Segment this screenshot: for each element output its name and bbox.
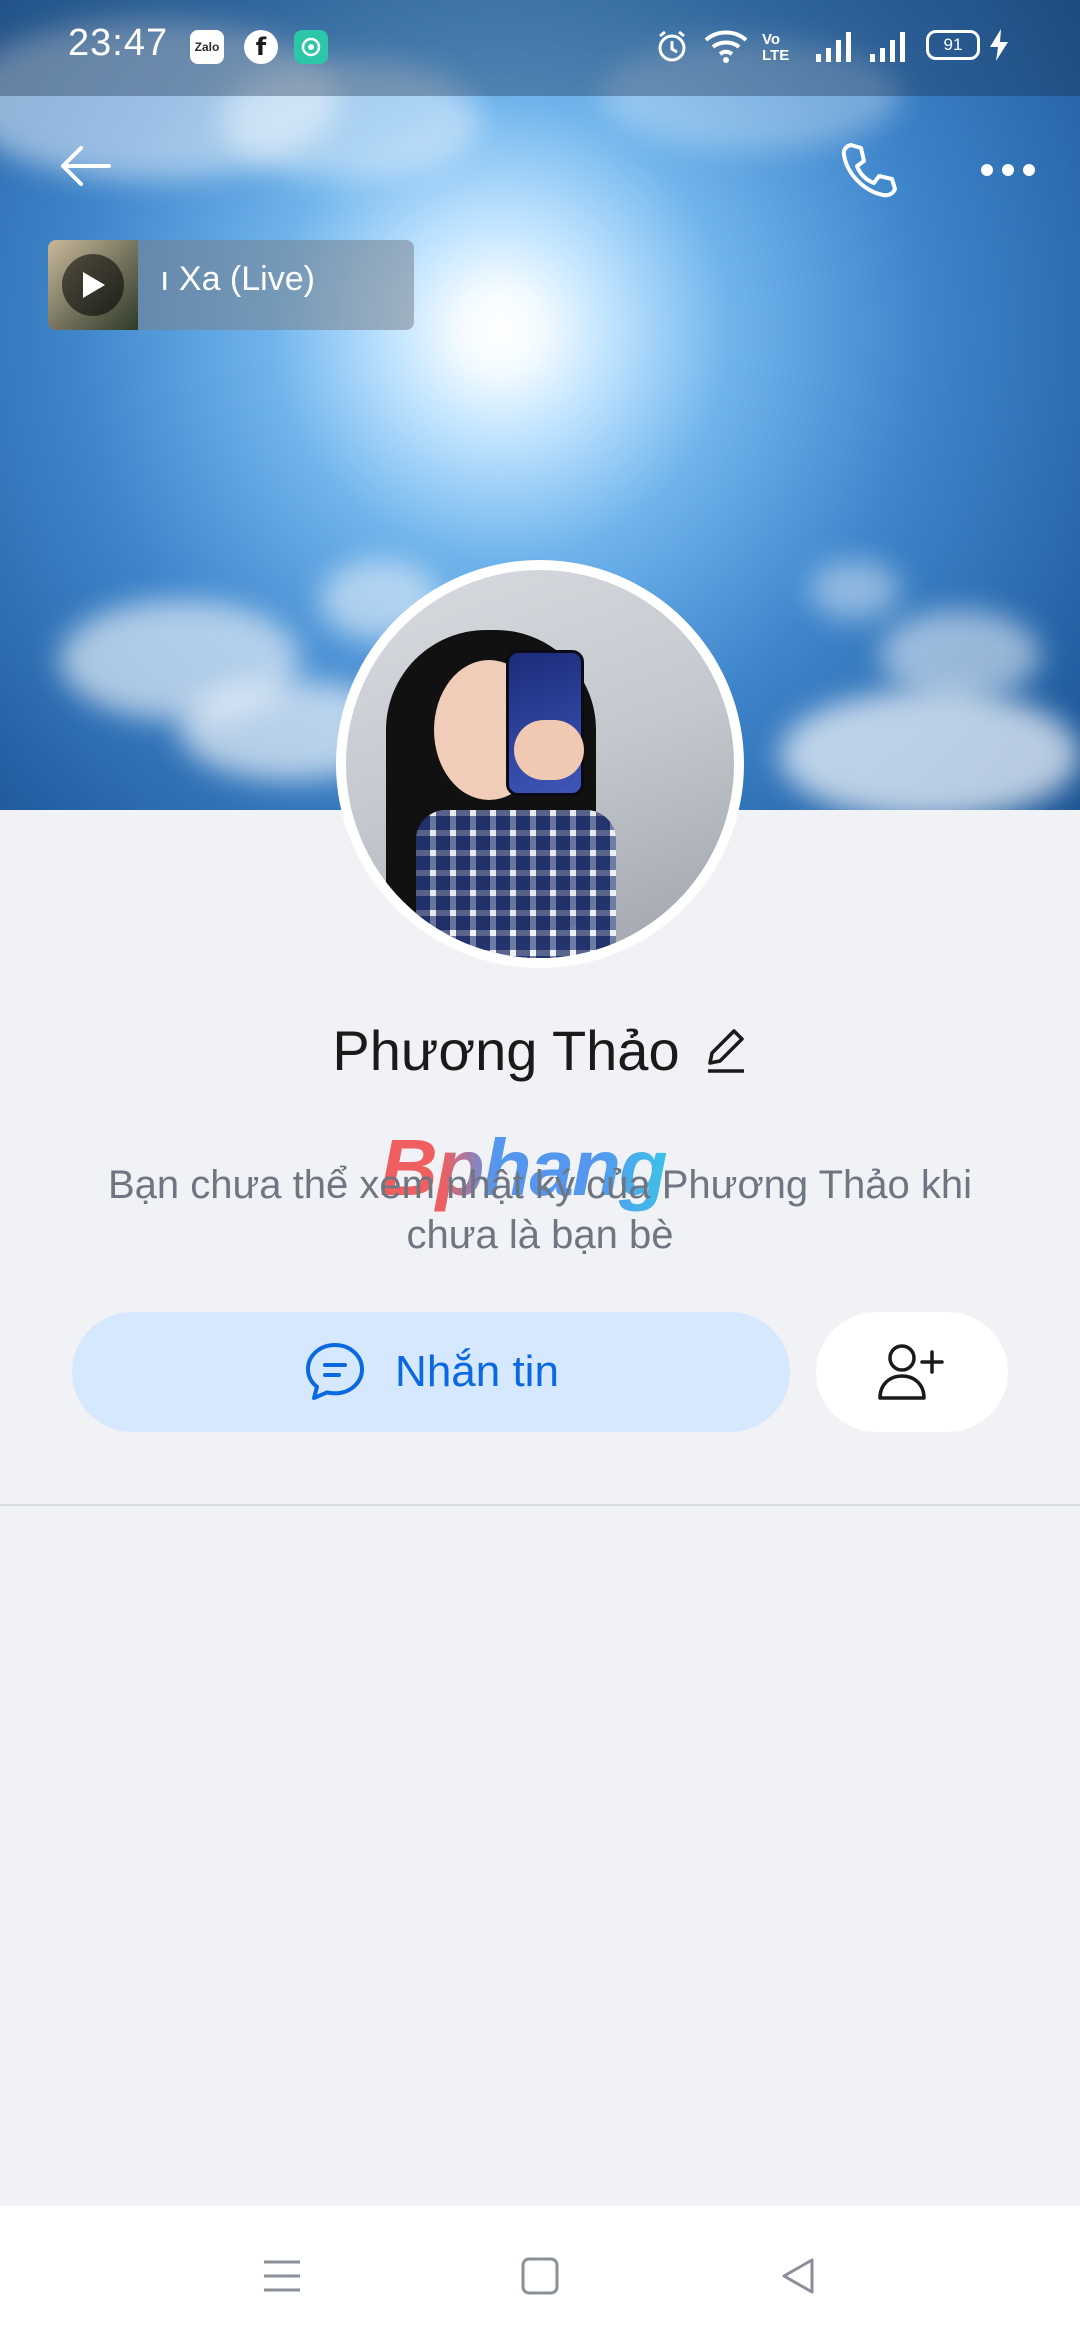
home-button[interactable] [510, 2246, 570, 2306]
message-button[interactable]: Nhắn tin [72, 1312, 790, 1432]
add-friend-icon [878, 1344, 944, 1400]
charging-icon [988, 28, 1010, 67]
battery-icon: 91 [926, 30, 980, 60]
pencil-icon [707, 1029, 744, 1073]
nav-back-button[interactable] [768, 2246, 828, 2306]
battery-level: 91 [943, 35, 963, 54]
zalo-icon: Zalo [190, 30, 224, 64]
phone-icon [841, 143, 897, 198]
system-nav-bar [0, 2206, 1080, 2340]
signal-icon-1 [814, 30, 854, 69]
play-button[interactable] [62, 254, 124, 316]
signal-icon-2 [868, 30, 908, 69]
call-button[interactable] [832, 134, 902, 204]
message-button-label: Nhắn tin [395, 1347, 559, 1396]
more-button[interactable] [972, 140, 1044, 200]
status-bar: 23:47 Zalo f Vo LTE 91 [0, 0, 1080, 96]
play-icon [83, 272, 105, 298]
alarm-icon [654, 28, 690, 69]
more-dots-icon [981, 164, 1035, 176]
privacy-info-text: Bạn chưa thể xem nhật ký của Phương Thảo… [108, 1163, 972, 1257]
music-title: ı Xa (Live) [160, 260, 315, 298]
recent-apps-button[interactable] [252, 2246, 312, 2306]
facebook-icon: f [244, 30, 278, 64]
back-button[interactable] [50, 136, 120, 196]
avatar[interactable] [336, 560, 744, 968]
edit-name-button[interactable] [704, 1025, 748, 1075]
home-square-icon [521, 2257, 559, 2295]
chat-bubble-icon [306, 1343, 365, 1400]
profile-music-pill[interactable]: ı Xa (Live) [48, 240, 414, 330]
menu-lines-icon [264, 2260, 300, 2292]
profile-name: Phương Thảo [332, 1018, 680, 1082]
profile-name-row: Phương Thảo [0, 1015, 1080, 1085]
volte-icon: Vo LTE [762, 31, 790, 64]
back-triangle-icon [782, 2258, 814, 2294]
avatar-photo [346, 570, 734, 958]
wifi-icon [704, 30, 748, 69]
add-friend-button[interactable] [816, 1312, 1008, 1432]
back-arrow-icon [61, 146, 111, 186]
status-time: 23:47 [68, 22, 169, 64]
messenger-app-icon [294, 30, 328, 64]
section-divider [0, 1504, 1080, 1506]
